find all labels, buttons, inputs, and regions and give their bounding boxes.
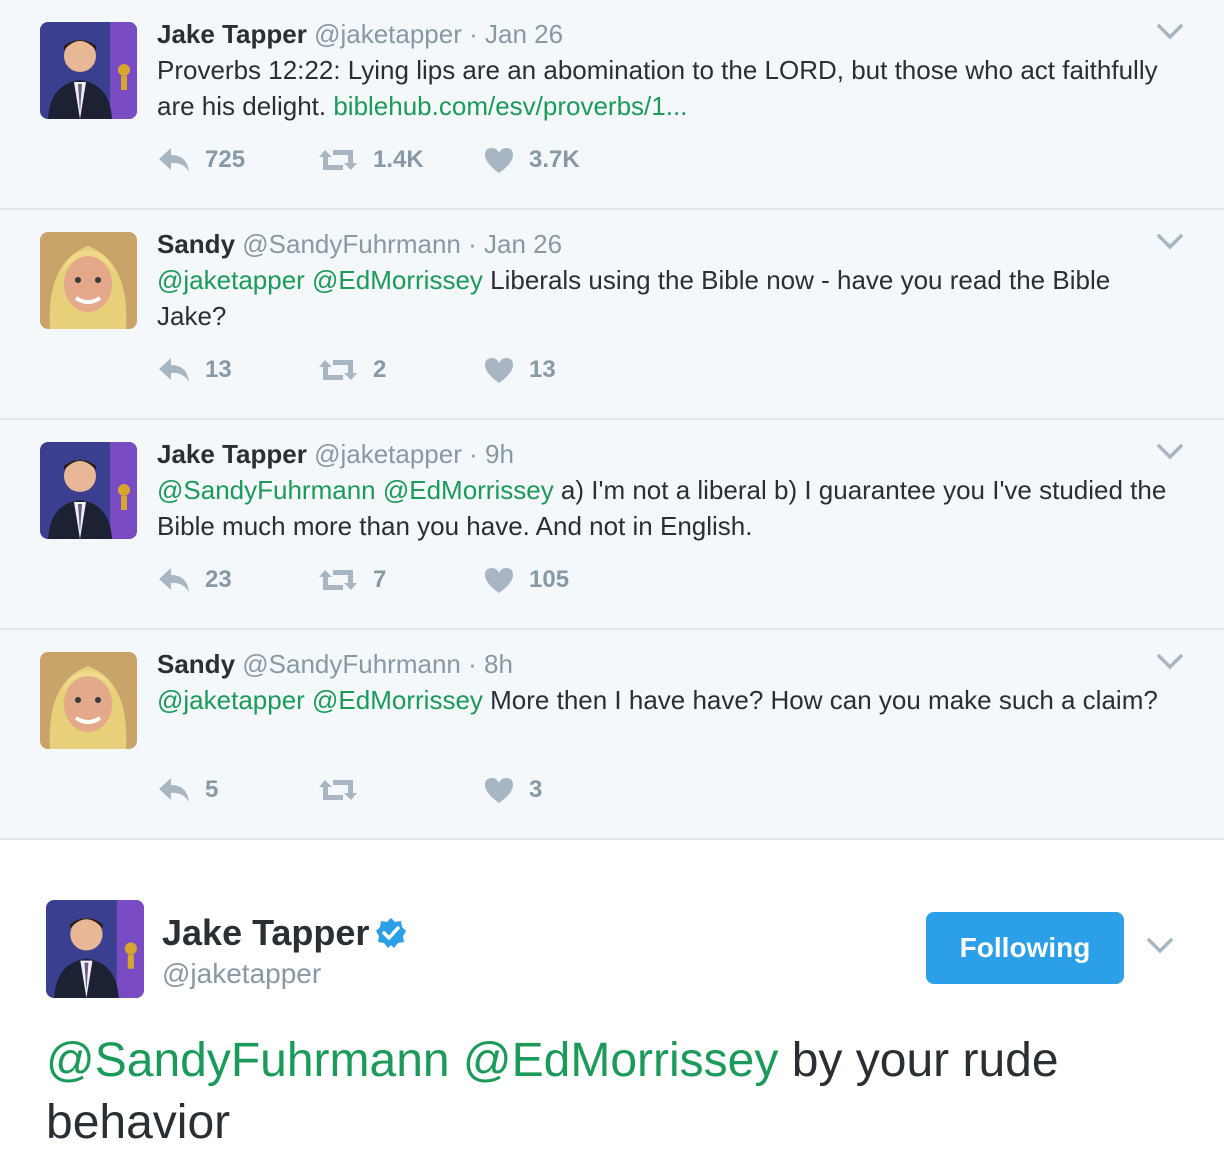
display-name[interactable]: Jake Tapper	[157, 439, 307, 469]
timestamp[interactable]: · 8h	[468, 649, 513, 679]
chevron-down-icon[interactable]	[1156, 22, 1184, 42]
like-button[interactable]: 3	[483, 770, 542, 810]
like-button[interactable]: 3.7K	[483, 140, 580, 180]
like-count: 13	[529, 356, 556, 383]
user-handle[interactable]: @jaketapper	[162, 958, 321, 990]
reply-button[interactable]: 5	[157, 770, 218, 810]
name-row: Jake Tapper	[162, 912, 407, 954]
retweet-count: 7	[373, 566, 387, 593]
tweet-mentions[interactable]: @jaketapper @EdMorrissey	[157, 685, 483, 715]
like-button[interactable]: 105	[483, 560, 569, 600]
conversation-thread: Jake Tapper @jaketapper · Jan 26 Proverb…	[0, 0, 1224, 840]
reply-count: 13	[205, 356, 232, 383]
avatar-woman-image	[40, 652, 137, 749]
avatar-woman-image	[40, 232, 137, 329]
reply-icon	[159, 568, 189, 592]
heart-icon	[485, 568, 513, 593]
user-handle[interactable]: @jaketapper	[314, 19, 462, 49]
tweet-link[interactable]: biblehub.com/esv/proverbs/1...	[333, 91, 687, 121]
heart-icon	[485, 148, 513, 173]
reply-button[interactable]: 725	[157, 140, 245, 180]
retweet-count: 1.4K	[373, 146, 424, 173]
like-count: 3.7K	[529, 146, 580, 173]
chevron-down-icon[interactable]	[1156, 232, 1184, 252]
tweet[interactable]: Jake Tapper @jaketapper · 9h @SandyFuhrm…	[0, 420, 1224, 630]
avatar[interactable]	[40, 232, 137, 329]
tweet-mentions[interactable]: @SandyFuhrmann @EdMorrissey	[46, 1034, 778, 1087]
like-count: 3	[529, 776, 543, 803]
following-button[interactable]: Following	[926, 912, 1124, 984]
reply-icon	[159, 148, 189, 172]
reply-count: 725	[205, 146, 246, 173]
retweet-button[interactable]: 1.4K	[317, 140, 424, 180]
tweet-header: Sandy @SandyFuhrmann · Jan 26	[157, 226, 1224, 262]
tweet-header: Jake Tapper @jaketapper · 9h	[157, 436, 1224, 472]
retweet-count: 2	[373, 356, 387, 383]
tweet-body: More then I have have? How can you make …	[482, 685, 1158, 715]
avatar-man-image	[40, 22, 137, 119]
chevron-down-icon[interactable]	[1156, 652, 1184, 672]
tweet-text: Proverbs 12:22: Lying lips are an abomin…	[157, 52, 1177, 124]
avatar-man-image	[46, 900, 144, 998]
timestamp[interactable]: · Jan 26	[469, 19, 563, 49]
retweet-icon	[319, 570, 357, 590]
user-handle[interactable]: @SandyFuhrmann	[242, 229, 461, 259]
timestamp[interactable]: · 9h	[469, 439, 514, 469]
chevron-down-icon[interactable]	[1146, 936, 1174, 956]
user-handle[interactable]: @jaketapper	[314, 439, 462, 469]
avatar[interactable]	[40, 442, 137, 539]
tweet[interactable]: Sandy @SandyFuhrmann · 8h @jaketapper @E…	[0, 630, 1224, 840]
retweet-button[interactable]	[317, 770, 373, 810]
heart-icon	[485, 778, 513, 803]
retweet-button[interactable]: 7	[317, 560, 386, 600]
reply-button[interactable]: 23	[157, 560, 232, 600]
display-name[interactable]: Jake Tapper	[162, 912, 369, 954]
display-name[interactable]: Sandy	[157, 649, 235, 679]
tweet-actions: 13 2 13	[157, 350, 957, 390]
tweet-text: @jaketapper @EdMorrissey More then I hav…	[157, 682, 1177, 718]
display-name[interactable]: Sandy	[157, 229, 235, 259]
timestamp[interactable]: · Jan 26	[468, 229, 562, 259]
tweet-mentions[interactable]: @jaketapper @EdMorrissey	[157, 265, 483, 295]
retweet-icon	[319, 780, 357, 800]
avatar[interactable]	[46, 900, 144, 998]
reply-count: 5	[205, 776, 219, 803]
tweet[interactable]: Jake Tapper @jaketapper · Jan 26 Proverb…	[0, 0, 1224, 210]
tweet[interactable]: Sandy @SandyFuhrmann · Jan 26 @jaketappe…	[0, 210, 1224, 420]
main-tweet-text: @SandyFuhrmann @EdMorrissey by your rude…	[46, 1030, 1196, 1154]
tweet-header: Sandy @SandyFuhrmann · 8h	[157, 646, 1224, 682]
avatar-man-image	[40, 442, 137, 539]
tweet-text: @SandyFuhrmann @EdMorrissey a) I'm not a…	[157, 472, 1177, 544]
chevron-down-icon[interactable]	[1156, 442, 1184, 462]
tweet-header: Jake Tapper @jaketapper · Jan 26	[157, 16, 1224, 52]
reply-icon	[159, 358, 189, 382]
like-count: 105	[529, 566, 570, 593]
user-handle[interactable]: @SandyFuhrmann	[242, 649, 461, 679]
tweet-text: @jaketapper @EdMorrissey Liberals using …	[157, 262, 1177, 334]
retweet-icon	[319, 150, 357, 170]
display-name[interactable]: Jake Tapper	[157, 19, 307, 49]
retweet-button[interactable]: 2	[317, 350, 386, 390]
retweet-icon	[319, 360, 357, 380]
reply-count: 23	[205, 566, 232, 593]
verified-badge-icon	[376, 918, 407, 948]
reply-button[interactable]: 13	[157, 350, 232, 390]
heart-icon	[485, 358, 513, 383]
tweet-mentions[interactable]: @SandyFuhrmann @EdMorrissey	[157, 475, 554, 505]
tweet-actions: 725 1.4K 3.7K	[157, 140, 957, 180]
avatar[interactable]	[40, 652, 137, 749]
main-tweet: Jake Tapper @jaketapper Following @Sandy…	[0, 840, 1224, 1158]
reply-icon	[159, 778, 189, 802]
avatar[interactable]	[40, 22, 137, 119]
tweet-actions: 5 3	[157, 770, 957, 810]
tweet-actions: 23 7 105	[157, 560, 957, 600]
like-button[interactable]: 13	[483, 350, 556, 390]
